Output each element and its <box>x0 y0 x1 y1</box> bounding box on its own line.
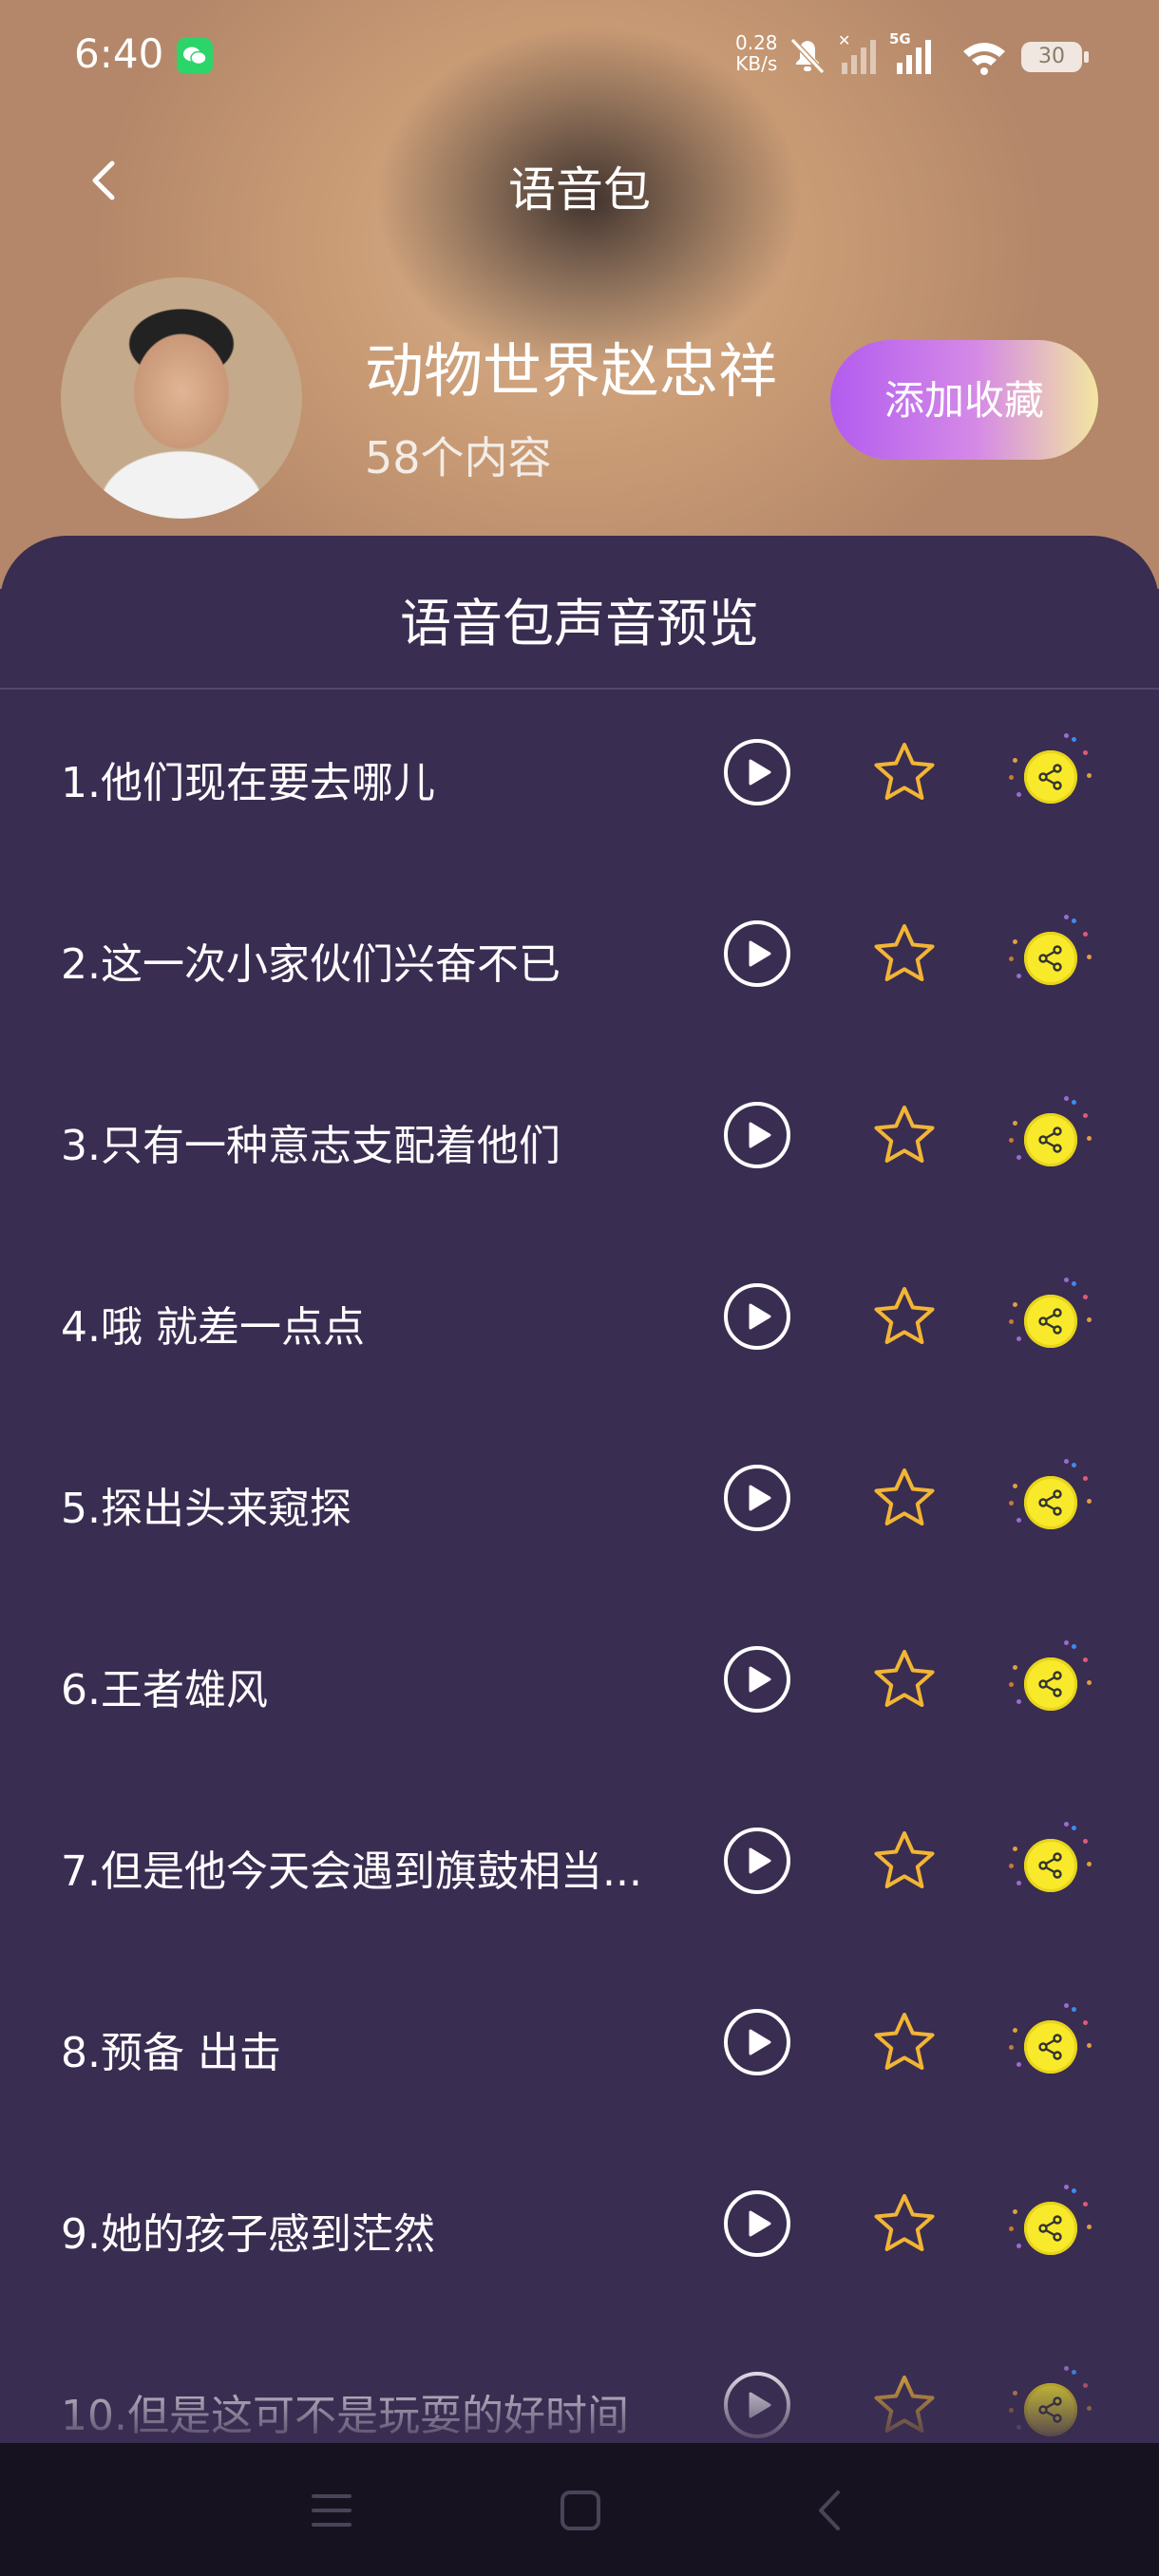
play-icon[interactable] <box>724 1102 790 1168</box>
voice-item-label: 3.只有一种意志支配着他们 <box>61 1122 560 1170</box>
list-item[interactable]: 9.她的孩子感到茫然 <box>0 2139 1159 2320</box>
play-icon[interactable] <box>724 1465 790 1531</box>
panel-title: 语音包声音预览 <box>400 594 759 653</box>
star-outline-icon[interactable] <box>866 2005 942 2081</box>
voice-item-label: 6.王者雄风 <box>61 1666 268 1714</box>
share-icon[interactable] <box>1005 1455 1092 1543</box>
star-outline-icon[interactable] <box>866 1642 942 1718</box>
share-icon[interactable] <box>1005 1999 1092 2087</box>
svg-text:✕: ✕ <box>838 31 850 49</box>
list-item[interactable]: 4.哦 就差一点点 <box>0 1232 1159 1412</box>
play-icon[interactable] <box>724 1283 790 1350</box>
add-favorite-button[interactable]: 添加收藏 <box>830 340 1098 460</box>
content-count: 58个内容 <box>365 432 552 483</box>
home-icon[interactable] <box>559 2489 602 2532</box>
share-icon[interactable] <box>1005 1274 1092 1361</box>
play-icon[interactable] <box>724 920 790 987</box>
wifi-icon <box>963 43 1005 75</box>
voice-item-label: 7.但是他今天会遇到旗鼓相当... <box>61 1847 642 1896</box>
voice-item-label: 2.这一次小家伙们兴奋不已 <box>61 940 560 989</box>
share-icon[interactable] <box>1005 729 1092 817</box>
status-bar: 6:40 0.28 KB/s ✕ 5G 30 <box>0 0 1159 114</box>
voice-item-label: 8.预备 出击 <box>61 2029 281 2077</box>
artist-name: 动物世界赵忠祥 <box>365 336 778 406</box>
list-item[interactable]: 3.只有一种意志支配着他们 <box>0 1051 1159 1231</box>
artist-avatar <box>61 277 302 519</box>
play-icon[interactable] <box>724 1828 790 1894</box>
play-icon[interactable] <box>724 2009 790 2075</box>
voice-item-label: 1.他们现在要去哪儿 <box>61 759 435 807</box>
back-nav-icon[interactable] <box>808 2489 851 2532</box>
battery-indicator: 30 <box>1021 42 1089 72</box>
preview-panel: 语音包声音预览 1.他们现在要去哪儿 2.这一次小家伙们兴奋不已 3.只有一种意志支… <box>0 536 1159 2443</box>
voice-item-label: 9.她的孩子感到茫然 <box>61 2210 435 2259</box>
list-item[interactable]: 5.探出头来窥探 <box>0 1413 1159 1594</box>
star-outline-icon[interactable] <box>866 2187 942 2263</box>
play-icon[interactable] <box>724 2190 790 2257</box>
list-item[interactable]: 6.王者雄风 <box>0 1595 1159 1775</box>
list-item[interactable]: 7.但是他今天会遇到旗鼓相当... <box>0 1776 1159 1957</box>
list-item[interactable]: 8.预备 出击 <box>0 1958 1159 2138</box>
menu-icon[interactable] <box>310 2489 353 2532</box>
list-item[interactable]: 2.这一次小家伙们兴奋不已 <box>0 869 1159 1050</box>
system-nav-bar <box>0 2443 1159 2576</box>
share-icon[interactable] <box>1005 2181 1092 2268</box>
share-icon[interactable] <box>1005 1818 1092 1905</box>
star-outline-icon[interactable] <box>866 1824 942 1900</box>
signal-sim2-icon: 5G <box>889 30 931 74</box>
share-icon[interactable] <box>1005 911 1092 998</box>
list-fade <box>0 2356 1159 2443</box>
voice-item-label: 4.哦 就差一点点 <box>61 1303 365 1352</box>
network-speed: 0.28 KB/s <box>735 32 778 74</box>
wechat-icon <box>177 38 213 74</box>
list-item[interactable]: 1.他们现在要去哪儿 <box>0 688 1159 868</box>
star-outline-icon[interactable] <box>866 735 942 811</box>
star-outline-icon[interactable] <box>866 917 942 993</box>
star-outline-icon[interactable] <box>866 1279 942 1355</box>
mute-bell-icon <box>789 37 826 75</box>
star-outline-icon[interactable] <box>866 1098 942 1174</box>
net-speed-unit: KB/s <box>735 52 778 75</box>
share-icon[interactable] <box>1005 1637 1092 1724</box>
signal-sim1-icon: ✕ <box>838 31 876 74</box>
star-outline-icon[interactable] <box>866 1461 942 1537</box>
play-icon[interactable] <box>724 739 790 805</box>
share-icon[interactable] <box>1005 1092 1092 1180</box>
svg-text:5G: 5G <box>889 30 911 47</box>
status-time: 6:40 <box>74 30 164 77</box>
page-title: 语音包 <box>508 162 651 218</box>
play-icon[interactable] <box>724 1646 790 1713</box>
net-speed-value: 0.28 <box>735 31 778 54</box>
voice-item-label: 5.探出头来窥探 <box>61 1485 352 1533</box>
